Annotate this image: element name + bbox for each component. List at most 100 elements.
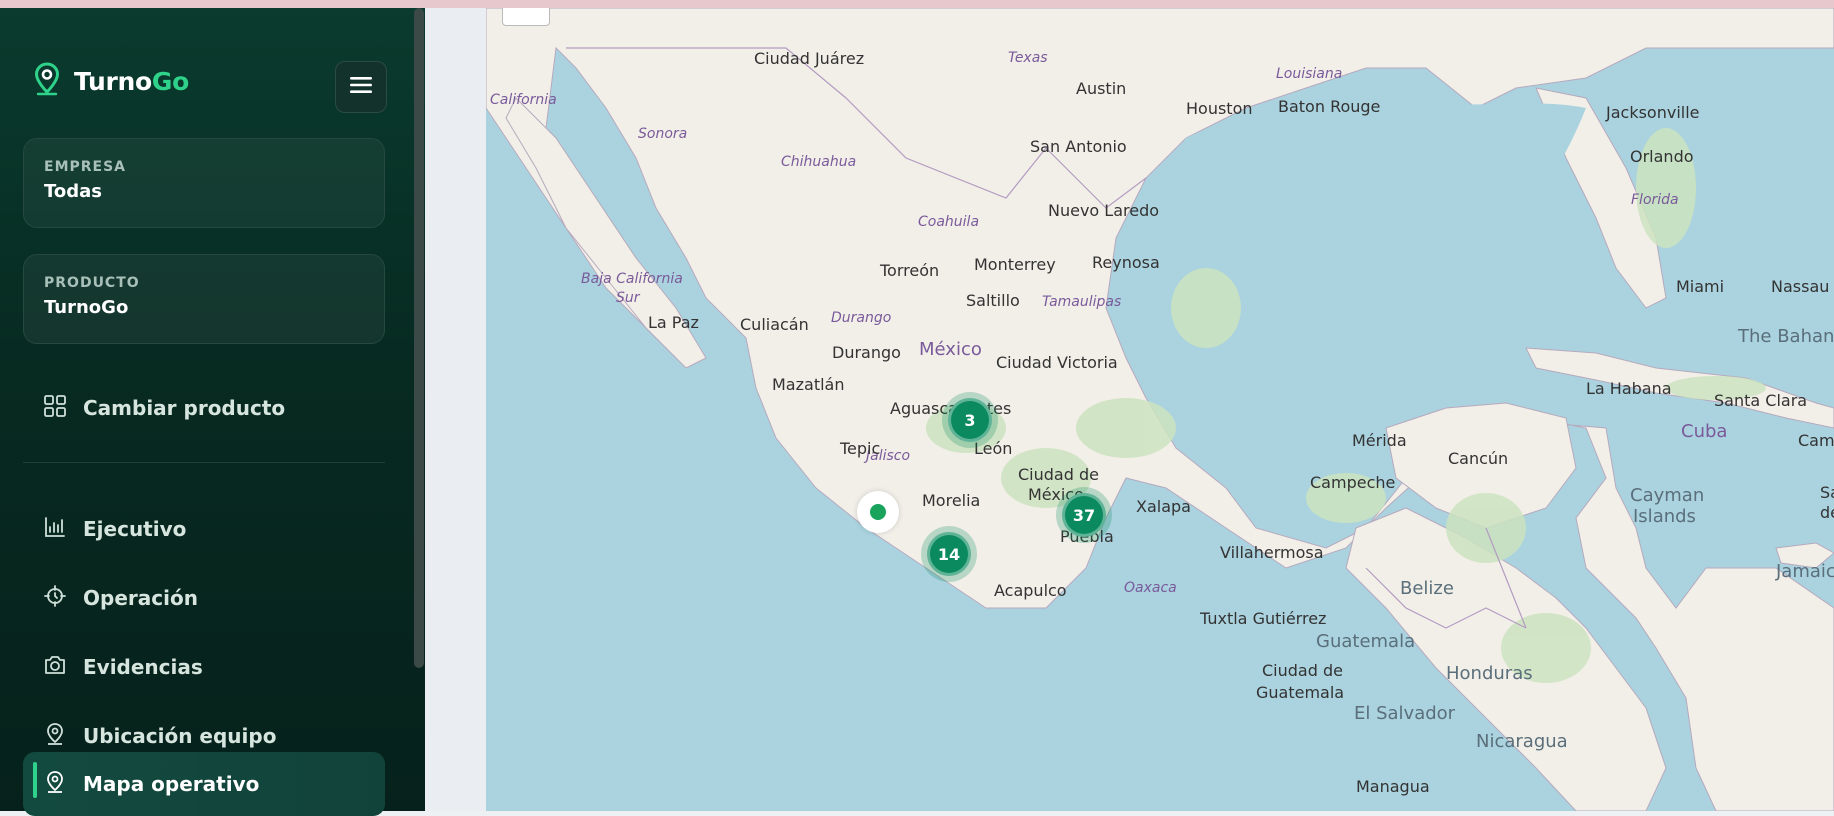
brand-name: TurnoGo [74, 66, 190, 96]
svg-text:Campeche: Campeche [1310, 473, 1395, 492]
svg-text:La Paz: La Paz [648, 313, 699, 332]
svg-text:Sonora: Sonora [638, 126, 687, 142]
svg-text:Guatemala: Guatemala [1256, 683, 1344, 702]
nav-label: Mapa operativo [83, 772, 260, 796]
svg-text:The Bahan: The Bahan [1737, 326, 1834, 347]
map-cluster-marker[interactable]: 37 [1062, 493, 1106, 537]
nav-evidencias[interactable]: Evidencias [23, 639, 385, 695]
svg-text:Saltillo: Saltillo [966, 291, 1020, 310]
svg-text:Santa Clara: Santa Clara [1714, 391, 1807, 410]
svg-text:Oaxaca: Oaxaca [1124, 580, 1177, 596]
svg-text:Mérida: Mérida [1352, 431, 1407, 450]
svg-text:Cuba: Cuba [1681, 421, 1727, 442]
map-location-marker[interactable] [857, 491, 899, 533]
svg-text:de: de [1820, 503, 1834, 522]
svg-text:Mazatlán: Mazatlán [772, 375, 844, 394]
nav-label: Cambiar producto [83, 396, 286, 420]
empresa-selector[interactable]: EMPRESA Todas [23, 138, 385, 228]
sidebar: TurnoGo EMPRESA Todas PRODUCTO TurnoGo C… [0, 8, 425, 816]
svg-text:León: León [974, 439, 1012, 458]
svg-text:Xalapa: Xalapa [1136, 497, 1191, 516]
svg-text:Baton Rouge: Baton Rouge [1278, 97, 1380, 116]
svg-text:Torreón: Torreón [879, 261, 939, 280]
cluster-count: 3 [964, 410, 976, 430]
producto-value: TurnoGo [44, 297, 129, 318]
window-top-strip [0, 0, 1834, 8]
svg-text:Culiacán: Culiacán [740, 315, 809, 334]
svg-text:Jacksonville: Jacksonville [1605, 103, 1700, 122]
svg-text:Florida: Florida [1631, 192, 1679, 208]
cluster-count: 14 [937, 544, 961, 564]
svg-text:San Antonio: San Antonio [1030, 137, 1127, 156]
svg-text:Chihuahua: Chihuahua [781, 154, 856, 170]
marker-dot [870, 504, 886, 520]
svg-text:El Salvador: El Salvador [1354, 703, 1456, 724]
svg-text:Baja California: Baja California [581, 271, 683, 287]
producto-selector[interactable]: PRODUCTO TurnoGo [23, 254, 385, 344]
svg-text:Managua: Managua [1356, 777, 1430, 796]
nav-cambiar-producto[interactable]: Cambiar producto [23, 380, 385, 436]
nav-label: Ejecutivo [83, 517, 187, 541]
nav-operacion[interactable]: Operación [23, 570, 385, 626]
map-pin-icon [43, 722, 67, 751]
svg-text:Villahermosa: Villahermosa [1220, 543, 1324, 562]
svg-text:Nicaragua: Nicaragua [1476, 731, 1568, 752]
svg-text:Ciudad Juárez: Ciudad Juárez [754, 49, 864, 68]
svg-text:Cancún: Cancún [1448, 449, 1508, 468]
menu-toggle-button[interactable] [335, 61, 387, 113]
sidebar-divider [23, 462, 385, 463]
empresa-label: EMPRESA [44, 159, 127, 175]
svg-text:Guatemala: Guatemala [1316, 631, 1415, 652]
nav-ejecutivo[interactable]: Ejecutivo [23, 501, 385, 557]
camera-icon [43, 653, 67, 682]
svg-text:Acapulco: Acapulco [994, 581, 1067, 600]
nav-label: Ubicación equipo [83, 724, 277, 748]
map-cluster-marker[interactable]: 3 [948, 398, 992, 442]
map-cluster-marker[interactable]: 14 [927, 532, 971, 576]
hamburger-icon [350, 76, 372, 98]
svg-text:Tamaulipas: Tamaulipas [1042, 294, 1121, 310]
svg-text:Jamaica: Jamaica [1775, 561, 1834, 582]
svg-text:Houston: Houston [1186, 99, 1253, 118]
svg-text:Tepic: Tepic [839, 439, 880, 458]
svg-text:Sa: Sa [1820, 483, 1834, 502]
nav-label: Operación [83, 586, 198, 610]
cluster-count: 37 [1072, 505, 1096, 525]
svg-text:Louisiana: Louisiana [1276, 66, 1342, 82]
content-gutter [425, 8, 486, 811]
svg-text:California: California [490, 92, 557, 108]
brand-logo[interactable]: TurnoGo [32, 62, 189, 100]
svg-text:Ciudad de: Ciudad de [1018, 465, 1099, 484]
svg-text:Miami: Miami [1676, 277, 1724, 296]
svg-text:México: México [919, 339, 982, 360]
location-pin-icon [32, 62, 62, 100]
svg-text:Ciudad de: Ciudad de [1262, 661, 1343, 680]
producto-label: PRODUCTO [44, 275, 140, 291]
svg-text:Cama: Cama [1798, 431, 1834, 450]
svg-text:Morelia: Morelia [922, 491, 980, 510]
svg-text:Durango: Durango [831, 310, 891, 326]
svg-text:Honduras: Honduras [1446, 663, 1533, 684]
svg-text:Sur: Sur [616, 290, 641, 306]
svg-text:Austin: Austin [1076, 79, 1126, 98]
svg-text:Nassau: Nassau [1771, 277, 1829, 296]
nav-label: Evidencias [83, 655, 203, 679]
svg-text:Belize: Belize [1400, 578, 1454, 599]
grid-icon [43, 394, 67, 423]
empresa-value: Todas [44, 181, 102, 202]
operational-map[interactable]: Texas Louisiana California Sonora Chihua… [486, 8, 1834, 811]
chart-icon [43, 515, 67, 544]
svg-text:Durango: Durango [832, 343, 901, 362]
svg-text:Orlando: Orlando [1630, 147, 1694, 166]
zoom-control[interactable] [502, 8, 550, 26]
sidebar-scrollbar[interactable] [414, 8, 424, 668]
svg-text:Islands: Islands [1633, 506, 1696, 527]
svg-text:La Habana: La Habana [1586, 379, 1672, 398]
nav-mapa-operativo[interactable]: Mapa operativo [23, 752, 385, 816]
svg-text:Reynosa: Reynosa [1092, 253, 1160, 272]
svg-text:Nuevo Laredo: Nuevo Laredo [1048, 201, 1159, 220]
target-icon [43, 584, 67, 613]
svg-text:Ciudad Victoria: Ciudad Victoria [996, 353, 1118, 372]
map-pin-icon [43, 770, 67, 799]
svg-text:Texas: Texas [1008, 50, 1048, 66]
